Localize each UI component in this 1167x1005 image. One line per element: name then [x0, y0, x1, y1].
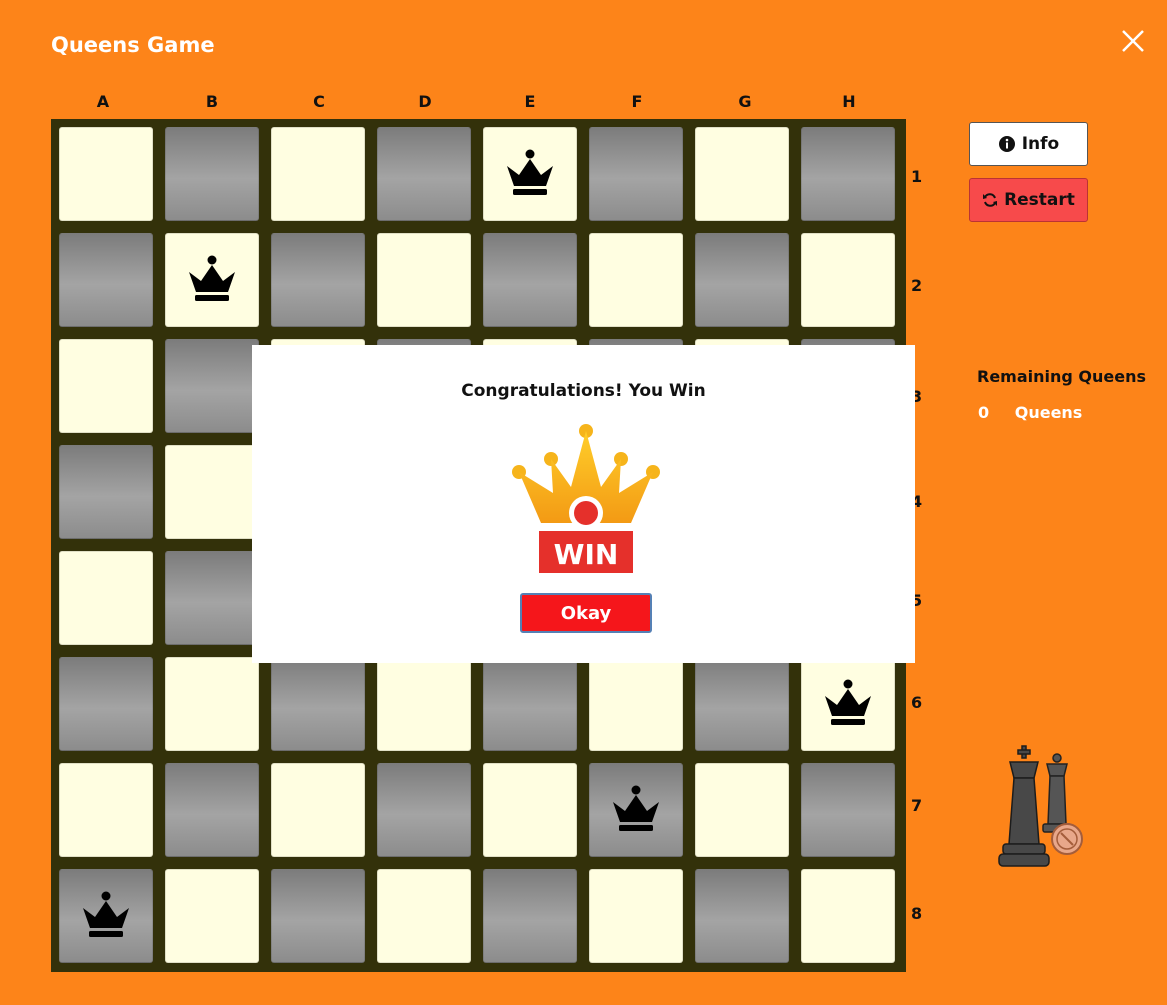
- board-cell-d6[interactable]: [377, 657, 471, 751]
- row-label-1: 1: [911, 167, 923, 186]
- chess-pieces-icon: [998, 745, 1083, 867]
- info-icon: [998, 136, 1015, 152]
- row-label-8: 8: [911, 904, 923, 923]
- board-cell-b4[interactable]: [165, 445, 259, 539]
- remaining-queens-status: 0 Queens: [978, 403, 1082, 422]
- board-cell-d8[interactable]: [377, 869, 471, 963]
- board-cell-e6[interactable]: [483, 657, 577, 751]
- win-crown-icon: WIN: [512, 424, 660, 573]
- board-cell-e7[interactable]: [483, 763, 577, 857]
- board-cell-b2[interactable]: [165, 233, 259, 327]
- queen-icon: [613, 785, 659, 831]
- board-cell-h6[interactable]: [801, 657, 895, 751]
- column-label-e: E: [524, 92, 536, 111]
- board-cell-h7[interactable]: [801, 763, 895, 857]
- board-cell-b5[interactable]: [165, 551, 259, 645]
- board-cell-a4[interactable]: [59, 445, 153, 539]
- column-label-f: F: [631, 92, 643, 111]
- board-cell-g2[interactable]: [695, 233, 789, 327]
- board-cell-b8[interactable]: [165, 869, 259, 963]
- board-cell-a7[interactable]: [59, 763, 153, 857]
- board-cell-a1[interactable]: [59, 127, 153, 221]
- board-cell-g8[interactable]: [695, 869, 789, 963]
- board-cell-g1[interactable]: [695, 127, 789, 221]
- board-cell-b6[interactable]: [165, 657, 259, 751]
- board-cell-e8[interactable]: [483, 869, 577, 963]
- column-label-c: C: [313, 92, 325, 111]
- board-cell-b1[interactable]: [165, 127, 259, 221]
- row-label-6: 6: [911, 693, 923, 712]
- board-cell-b3[interactable]: [165, 339, 259, 433]
- board-cell-a5[interactable]: [59, 551, 153, 645]
- board-cell-c1[interactable]: [271, 127, 365, 221]
- board-cell-f7[interactable]: [589, 763, 683, 857]
- row-label-2: 2: [911, 276, 923, 295]
- column-label-b: B: [205, 92, 219, 111]
- board-cell-h1[interactable]: [801, 127, 895, 221]
- board-cell-f1[interactable]: [589, 127, 683, 221]
- board-cell-a8[interactable]: [59, 869, 153, 963]
- restart-button[interactable]: Restart: [969, 178, 1088, 222]
- queen-icon: [825, 679, 871, 725]
- win-dialog: Congratulations! You Win WIN Okay: [252, 345, 915, 663]
- board-cell-c2[interactable]: [271, 233, 365, 327]
- column-label-a: A: [96, 92, 110, 111]
- row-label-7: 7: [911, 796, 923, 815]
- column-label-h: H: [842, 92, 856, 111]
- column-label-d: D: [418, 92, 432, 111]
- column-label-g: G: [738, 92, 752, 111]
- board-cell-a3[interactable]: [59, 339, 153, 433]
- queen-icon: [507, 149, 553, 195]
- board-cell-c7[interactable]: [271, 763, 365, 857]
- board-cell-e2[interactable]: [483, 233, 577, 327]
- restart-label: Restart: [1004, 190, 1075, 210]
- board-cell-h8[interactable]: [801, 869, 895, 963]
- board-cell-g7[interactable]: [695, 763, 789, 857]
- board-cell-d7[interactable]: [377, 763, 471, 857]
- board-cell-e1[interactable]: [483, 127, 577, 221]
- board-cell-d1[interactable]: [377, 127, 471, 221]
- board-cell-c8[interactable]: [271, 869, 365, 963]
- queen-icon: [83, 891, 129, 937]
- remaining-unit: Queens: [1014, 403, 1083, 422]
- board-cell-d2[interactable]: [377, 233, 471, 327]
- info-label: Info: [1021, 134, 1060, 154]
- board-cell-f2[interactable]: [589, 233, 683, 327]
- board-cell-f6[interactable]: [589, 657, 683, 751]
- remaining-count: 0: [978, 403, 990, 422]
- remaining-queens-title: Remaining Queens: [977, 367, 1147, 386]
- refresh-icon: [983, 193, 998, 207]
- board-cell-f8[interactable]: [589, 869, 683, 963]
- okay-button[interactable]: Okay: [520, 593, 652, 633]
- board-cell-a6[interactable]: [59, 657, 153, 751]
- info-button[interactable]: Info: [969, 122, 1088, 166]
- close-icon[interactable]: [1120, 28, 1146, 54]
- board-cell-b7[interactable]: [165, 763, 259, 857]
- board-cell-g6[interactable]: [695, 657, 789, 751]
- win-badge-text: WIN: [554, 538, 619, 571]
- win-message: Congratulations! You Win: [461, 381, 706, 401]
- board-cell-h2[interactable]: [801, 233, 895, 327]
- board-cell-a2[interactable]: [59, 233, 153, 327]
- app-title: Queens Game: [51, 33, 215, 57]
- board-cell-c6[interactable]: [271, 657, 365, 751]
- queen-icon: [189, 255, 235, 301]
